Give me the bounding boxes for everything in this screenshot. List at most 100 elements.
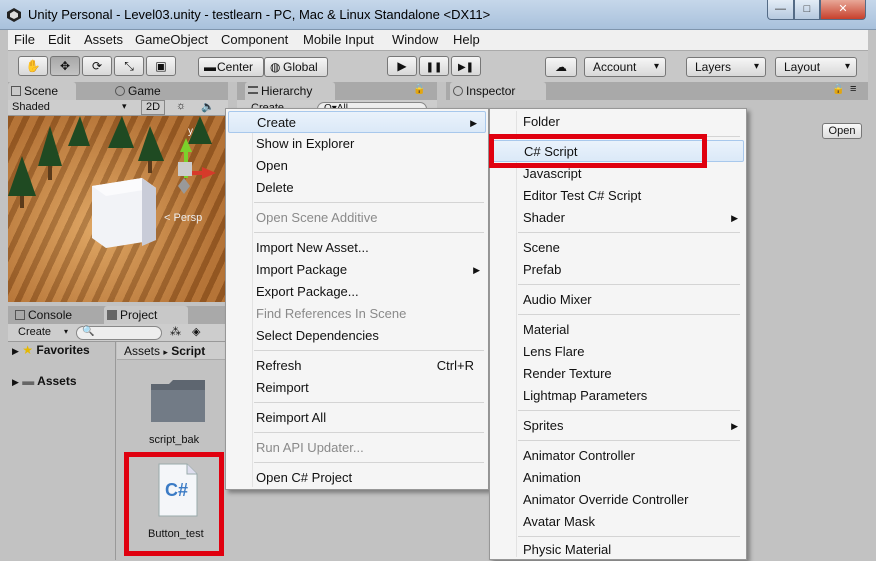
2d-toggle[interactable]: 2D <box>141 100 165 115</box>
menu-item-reimport-all[interactable]: Reimport All <box>226 407 488 429</box>
menu-item-reimport[interactable]: Reimport <box>226 377 488 399</box>
play-button[interactable]: ▶ <box>387 56 417 76</box>
step-button[interactable]: ▶❚ <box>451 56 481 76</box>
submenu-item-sprites[interactable]: Sprites ▶ <box>490 415 746 437</box>
menu-item-import-package[interactable]: Import Package ▶ <box>226 259 488 281</box>
submenu-item-prefab[interactable]: Prefab <box>490 259 746 281</box>
perspective-label[interactable]: < Persp <box>164 212 202 224</box>
shading-mode-dropdown[interactable]: Shaded <box>12 101 50 113</box>
minimize-button[interactable]: — <box>767 0 794 20</box>
submenu-item-lens-flare[interactable]: Lens Flare <box>490 341 746 363</box>
menu-item-refresh[interactable]: Refresh Ctrl+R <box>226 355 488 377</box>
filter-label-icon[interactable]: ◈ <box>192 325 200 338</box>
tab-scene[interactable]: Scene <box>8 82 76 100</box>
project-tab-bar: Console Project <box>8 306 236 324</box>
submenu-item-material[interactable]: Material <box>490 319 746 341</box>
rect-tool-button[interactable]: ▣ <box>146 56 176 76</box>
file-item[interactable] <box>149 378 207 424</box>
tab-inspector[interactable]: Inspector <box>450 82 546 100</box>
assets-item[interactable]: ▶ ▬ Assets <box>12 374 77 388</box>
inspector-lock-icon[interactable]: 🔒 <box>832 84 844 95</box>
assets-label: Assets <box>37 374 77 388</box>
submenu-item-editor-test-script[interactable]: Editor Test C# Script <box>490 185 746 207</box>
submenu-item-render-texture[interactable]: Render Texture <box>490 363 746 385</box>
submenu-item-shader[interactable]: Shader ▶ <box>490 207 746 229</box>
menu-item-label: Prefab <box>523 262 562 277</box>
panel-menu-icon[interactable]: ≡ <box>850 83 856 95</box>
menu-assets[interactable]: Assets <box>84 32 123 47</box>
submenu-arrow-icon: ▶ <box>731 213 738 223</box>
menu-file[interactable]: File <box>14 32 35 47</box>
tab-console-label: Console <box>28 308 73 322</box>
tab-project[interactable]: Project <box>104 306 188 324</box>
open-button[interactable]: Open <box>822 123 862 139</box>
menu-item-create[interactable]: Create ▶ <box>228 111 486 133</box>
menu-item-delete[interactable]: Delete <box>226 177 488 199</box>
menu-item-import-new-asset[interactable]: Import New Asset... <box>226 237 488 259</box>
menu-item-show-in-explorer[interactable]: Show in Explorer <box>226 133 488 155</box>
project-folder-tree: ▶ ★ Favorites ▶ ▬ Assets <box>8 342 116 560</box>
light-toggle-icon[interactable]: ☼ <box>176 100 186 112</box>
highlight-box-file <box>124 452 224 556</box>
cloud-button[interactable]: ☁ <box>545 57 577 77</box>
layers-dropdown[interactable]: Layers <box>686 57 766 77</box>
menu-item-select-dependencies[interactable]: Select Dependencies <box>226 325 488 347</box>
tab-hierarchy[interactable]: Hierarchy <box>245 82 335 100</box>
scene-tab-bar: Scene Game <box>8 82 228 100</box>
menu-item-label: Create <box>257 115 297 130</box>
pivot-center-toggle[interactable]: ▬ Center <box>198 57 264 77</box>
submenu-item-folder[interactable]: Folder <box>490 111 746 133</box>
breadcrumb-script[interactable]: Script <box>171 344 205 358</box>
menu-item-label: Open Scene Additive <box>256 210 378 225</box>
menu-edit[interactable]: Edit <box>48 32 70 47</box>
create-chevron-icon: ▾ <box>64 327 69 336</box>
menu-item-export-package[interactable]: Export Package... <box>226 281 488 303</box>
submenu-item-scene[interactable]: Scene <box>490 237 746 259</box>
menu-mobile-input[interactable]: Mobile Input <box>303 32 374 47</box>
favorites-item[interactable]: ▶ ★ Favorites <box>12 343 90 357</box>
submenu-item-animator-controller[interactable]: Animator Controller <box>490 445 746 467</box>
breadcrumb-assets[interactable]: Assets <box>124 344 160 358</box>
project-create-dropdown[interactable]: Create <box>18 326 51 338</box>
pause-button[interactable]: ❚❚ <box>419 56 449 76</box>
tab-game[interactable]: Game <box>112 82 172 100</box>
global-local-toggle[interactable]: ◍ Global <box>264 57 328 77</box>
submenu-item-physic-material[interactable]: Physic Material <box>490 539 746 561</box>
submenu-item-animator-override-controller[interactable]: Animator Override Controller <box>490 489 746 511</box>
move-tool-button[interactable]: ✥ <box>50 56 80 76</box>
submenu-item-avatar-mask[interactable]: Avatar Mask <box>490 511 746 533</box>
submenu-item-animation[interactable]: Animation <box>490 467 746 489</box>
submenu-item-lightmap-parameters[interactable]: Lightmap Parameters <box>490 385 746 407</box>
menu-item-label: Animator Controller <box>523 448 635 463</box>
layout-dropdown[interactable]: Layout <box>775 57 857 77</box>
tab-console[interactable]: Console <box>12 306 96 324</box>
menu-item-label: Audio Mixer <box>523 292 592 307</box>
filter-type-icon[interactable]: ⁂ <box>170 325 181 338</box>
audio-toggle-icon[interactable]: 🔈 <box>201 100 215 113</box>
lock-icon[interactable]: 🔒 <box>413 84 425 95</box>
rotate-tool-button[interactable]: ⟳ <box>82 56 112 76</box>
menu-item-open-csharp-project[interactable]: Open C# Project <box>226 467 488 489</box>
project-search-input[interactable]: 🔍 <box>76 326 162 340</box>
menu-help[interactable]: Help <box>453 32 480 47</box>
menu-separator <box>518 232 740 233</box>
scale-tool-button[interactable]: ⤡ <box>114 56 144 76</box>
hand-tool-button[interactable]: ✋ <box>18 56 48 76</box>
close-button[interactable]: ✕ <box>820 0 866 20</box>
menu-item-open[interactable]: Open <box>226 155 488 177</box>
submenu-arrow-icon: ▶ <box>470 118 477 128</box>
scene-viewport[interactable]: y < Persp <box>8 116 228 302</box>
rect-icon: ▣ <box>155 59 167 73</box>
menu-gameobject[interactable]: GameObject <box>135 32 208 47</box>
menu-item-label: Show in Explorer <box>256 136 355 151</box>
account-dropdown[interactable]: Account <box>584 57 666 77</box>
inspector-tab-bar: Inspector 🔒 ≡ <box>446 82 868 100</box>
submenu-arrow-icon: ▶ <box>473 265 480 275</box>
menu-component[interactable]: Component <box>221 32 288 47</box>
menu-separator <box>518 440 740 441</box>
submenu-item-audio-mixer[interactable]: Audio Mixer <box>490 289 746 311</box>
menu-window[interactable]: Window <box>392 32 438 47</box>
maximize-button[interactable]: □ <box>794 0 820 20</box>
menu-item-run-api-updater: Run API Updater... <box>226 437 488 459</box>
menu-item-label: Material <box>523 322 570 337</box>
